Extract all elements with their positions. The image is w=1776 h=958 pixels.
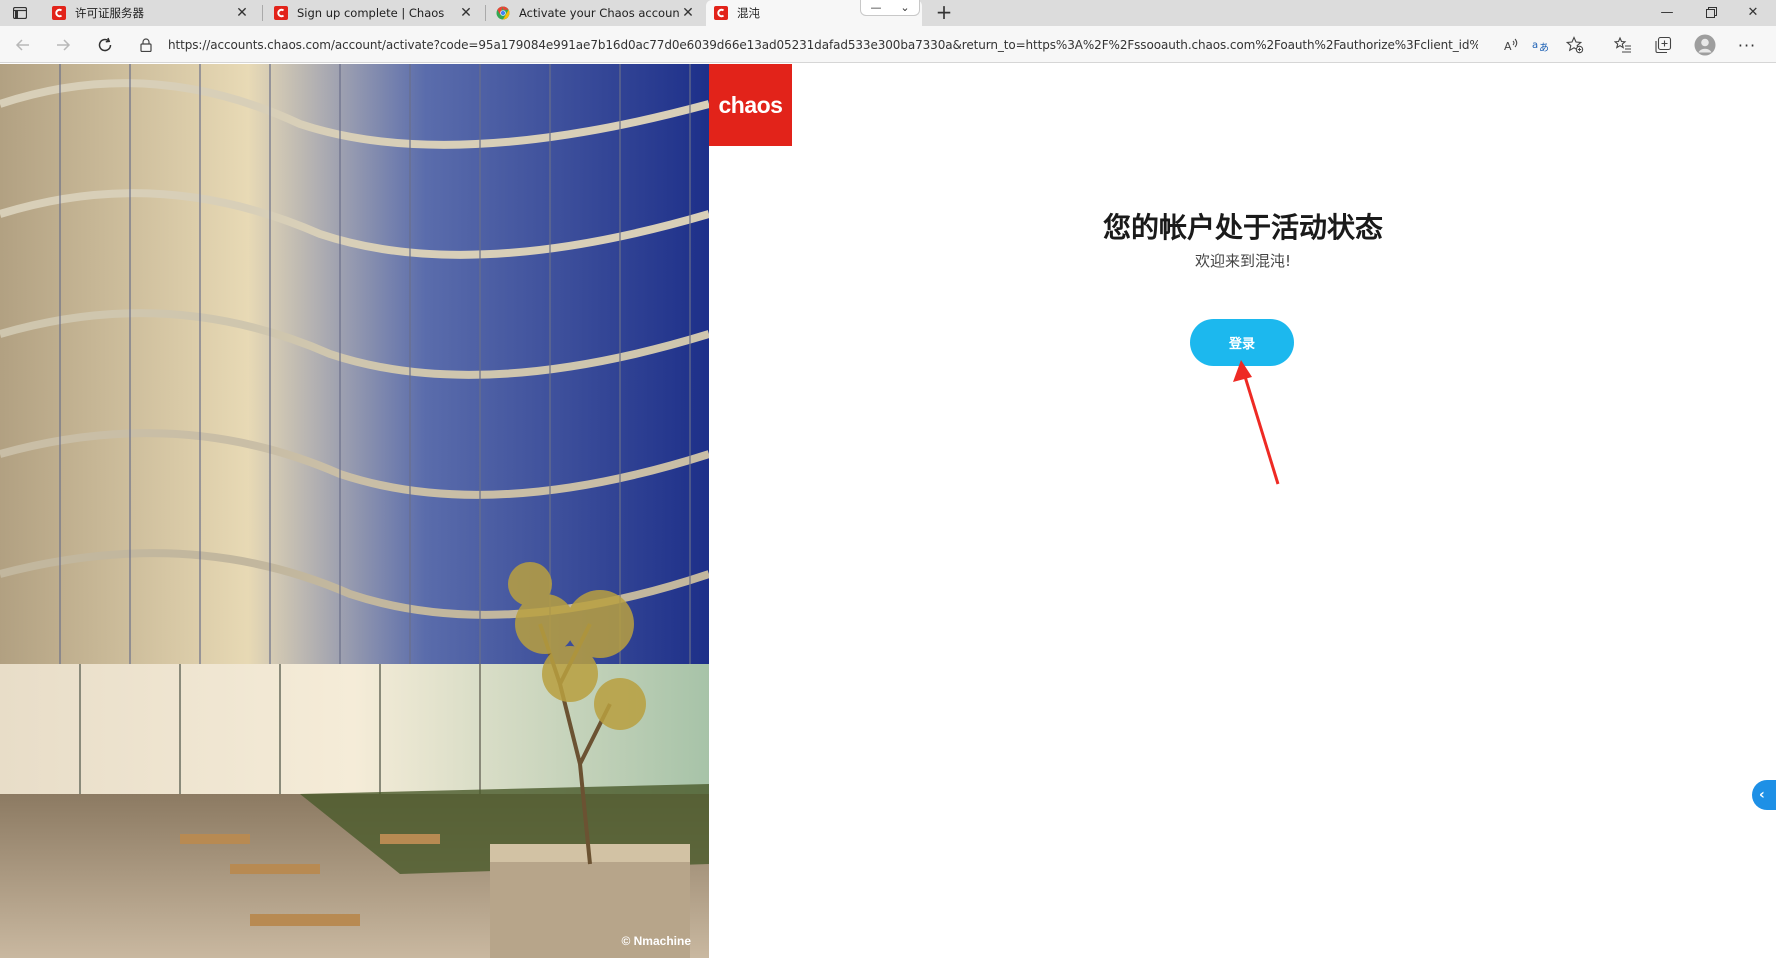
favorites-icon [1614,36,1631,53]
read-aloud-button[interactable]: A [1498,32,1524,58]
tab-separator [485,5,486,21]
forward-button[interactable] [50,32,76,58]
close-icon: ✕ [1747,4,1759,20]
tab-label: Activate your Chaos account - C [519,6,680,20]
chevron-down-icon[interactable]: ⌄ [900,1,909,14]
star-add-icon [1566,36,1584,54]
browser-toolbar: https://accounts.chaos.com/account/activ… [0,26,1776,63]
url-text[interactable]: https://accounts.chaos.com/account/activ… [168,38,1478,52]
tab-close-icon[interactable]: ✕ [234,5,250,21]
chaos-logo[interactable]: chaos [709,64,792,146]
chrome-favicon-icon [496,6,510,20]
page-content: © Nmachine chaos 您的帐户处于活动状态 欢迎来到混沌! 登录 ‹ [0,64,1776,958]
more-dots-icon: ··· [1737,35,1757,55]
collections-button[interactable] [1650,32,1676,58]
refresh-icon [98,37,112,52]
collections-icon [1655,36,1672,54]
plus-icon: + [935,0,953,24]
page-title: 您的帐户处于活动状态 [1102,211,1383,244]
new-tab-button[interactable]: + [932,1,956,25]
svg-text:あ: あ [1539,42,1549,53]
welcome-subtitle: 欢迎来到混沌! [1194,252,1291,270]
forward-arrow-icon [57,39,71,51]
lock-icon[interactable] [136,35,156,55]
profile-button[interactable] [1692,32,1718,58]
logo-text: chaos [718,91,783,118]
add-favorite-button[interactable] [1562,32,1588,58]
chaos-favicon-icon [52,6,66,20]
tab-label: Sign up complete | Chaos [297,6,445,20]
chaos-favicon-icon [714,6,728,20]
window-close-button[interactable]: ✕ [1732,0,1774,24]
tab-actions-menu-button[interactable] [8,3,32,23]
translate-button[interactable]: aあ [1528,32,1554,58]
tab-close-icon[interactable]: ✕ [458,5,474,21]
annotation-arrow-icon [1233,360,1280,485]
back-button[interactable] [10,32,36,58]
tab-label: 许可证服务器 [75,6,144,20]
photo-credit: © Nmachine [621,934,691,948]
tab-license-server[interactable]: 许可证服务器 ✕ [44,0,258,26]
read-aloud-icon: A [1504,38,1518,53]
tab-separator [262,5,263,21]
address-bar[interactable]: https://accounts.chaos.com/account/activ… [136,31,1496,59]
chevron-left-icon: ‹ [1759,787,1765,803]
minimize-tab-icon[interactable]: — [870,1,881,14]
hero-building-image: © Nmachine [0,64,709,958]
chaos-favicon-icon [274,6,288,20]
svg-text:a: a [1532,40,1538,51]
refresh-button[interactable] [92,32,118,58]
window-restore-button[interactable] [1690,0,1732,24]
tab-activate-account[interactable]: Activate your Chaos account - C ✕ [488,0,704,26]
tab-overflow-popup[interactable]: — ⌄ [860,0,920,16]
minimize-icon: — [1660,4,1674,20]
tab-actions-icon [13,7,27,19]
favorites-button[interactable] [1610,32,1636,58]
browser-tab-strip: 许可证服务器 ✕ Sign up complete | Chaos ✕ Acti… [0,0,1776,26]
tab-close-icon[interactable]: ✕ [680,5,696,21]
profile-avatar-icon [1694,34,1716,56]
tab-sign-up-complete[interactable]: Sign up complete | Chaos ✕ [266,0,482,26]
window-minimize-button[interactable]: — [1646,0,1688,24]
expand-sidebar-button[interactable]: ‹ [1752,780,1776,810]
restore-icon [1705,6,1717,18]
svg-text:A: A [1504,40,1512,53]
translate-icon: aあ [1532,40,1549,53]
back-arrow-icon [15,39,29,51]
building-illustration [0,64,709,958]
settings-more-button[interactable]: ··· [1734,32,1760,58]
